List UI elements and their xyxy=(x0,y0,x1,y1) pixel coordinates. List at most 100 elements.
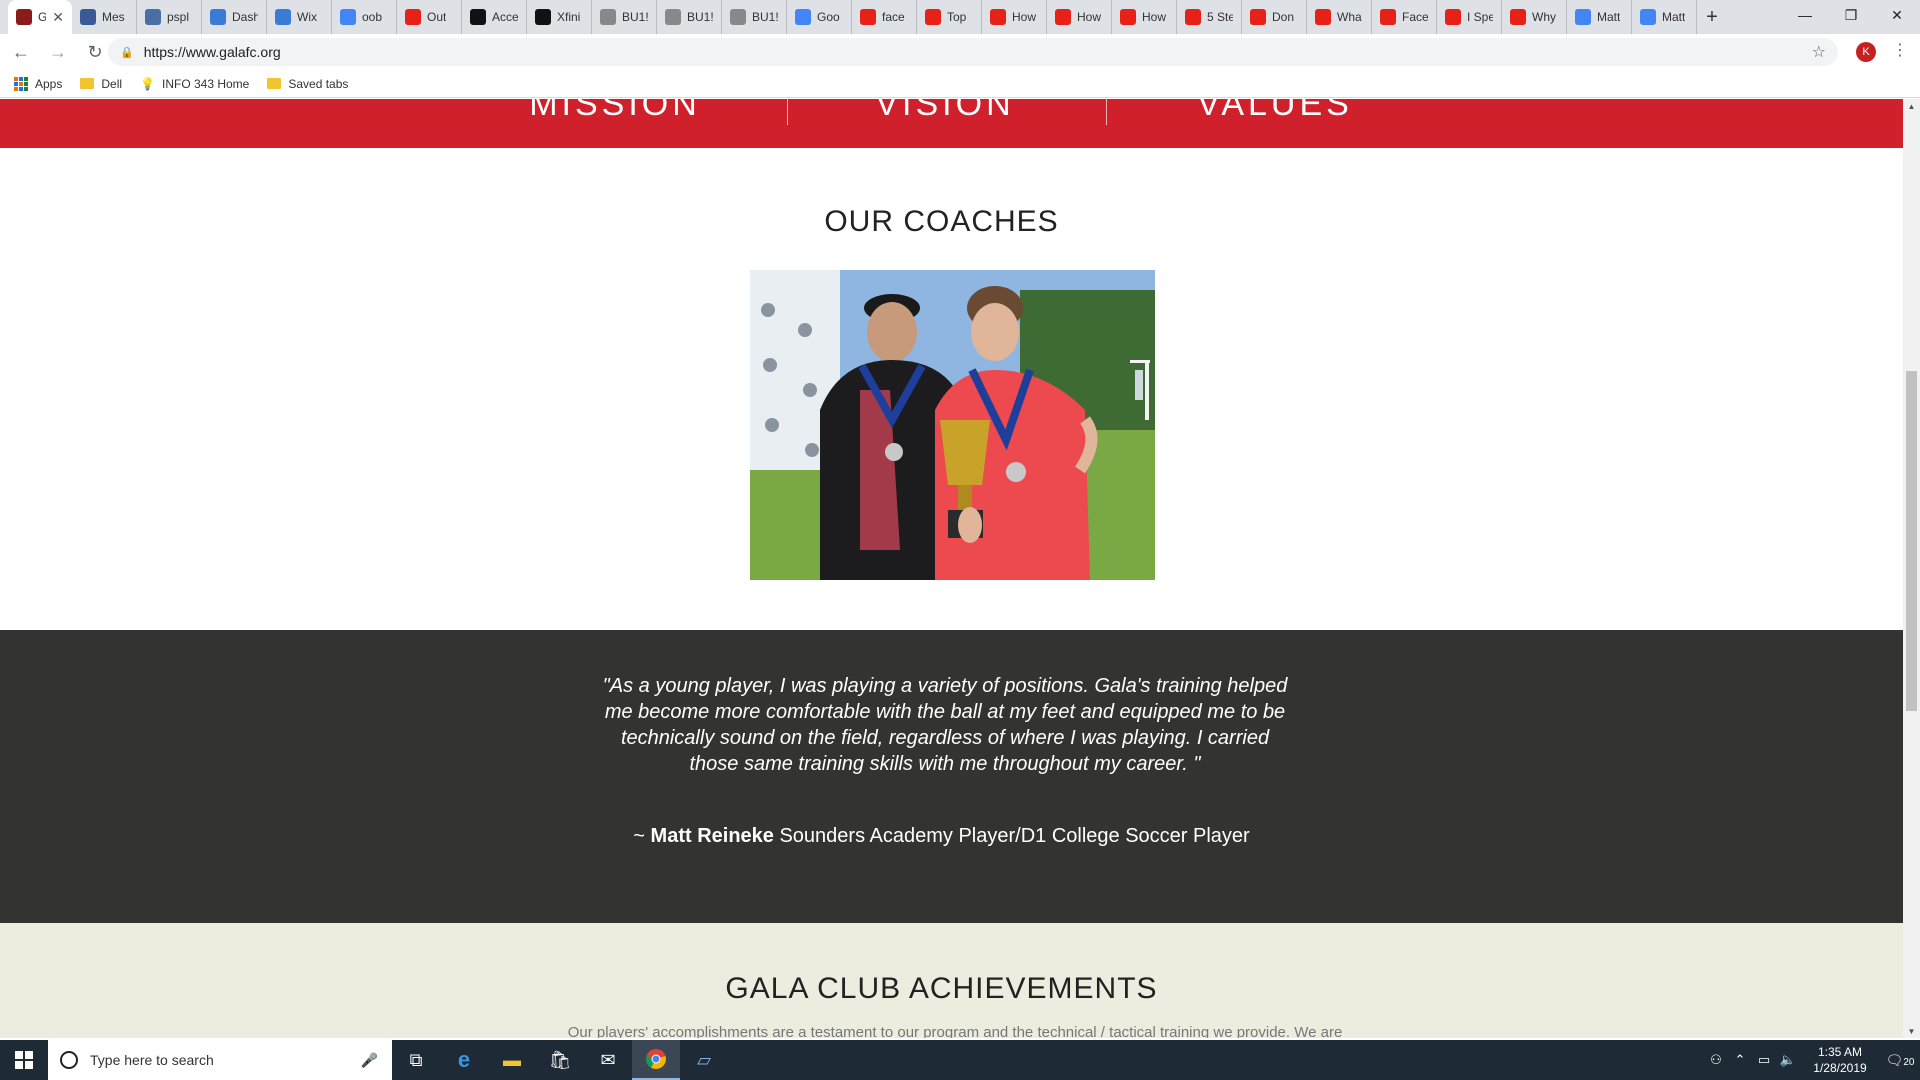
tab-title: How xyxy=(1077,10,1102,24)
browser-tab[interactable]: BU1! xyxy=(657,0,722,34)
start-button[interactable] xyxy=(0,1040,48,1080)
microphone-icon[interactable]: 🎤 xyxy=(361,1052,378,1069)
browser-tab[interactable]: Top xyxy=(917,0,982,34)
browser-tab[interactable]: Mes xyxy=(72,0,137,34)
restore-button[interactable]: ❐ xyxy=(1828,0,1874,30)
x-favicon xyxy=(210,9,226,25)
taskbar-search-box[interactable]: Type here to search 🎤 xyxy=(48,1040,392,1080)
tab-title: oob xyxy=(362,10,383,24)
browser-tab[interactable]: face xyxy=(852,0,917,34)
back-button[interactable]: ← xyxy=(5,36,37,68)
attribution-prefix: ~ xyxy=(633,825,651,847)
browser-tab[interactable]: BU1! xyxy=(592,0,657,34)
forward-button[interactable]: → xyxy=(42,36,74,68)
browser-tab[interactable]: Wha xyxy=(1307,0,1372,34)
browser-tab[interactable]: 5 Ste xyxy=(1177,0,1242,34)
close-tab-icon[interactable]: ✕ xyxy=(52,9,64,26)
browser-tab[interactable]: Dash xyxy=(202,0,267,34)
taskbar-search-placeholder: Type here to search xyxy=(90,1052,214,1068)
tab-title: BU1! xyxy=(687,10,713,24)
page-scrollbar[interactable]: ▲ ▼ xyxy=(1903,99,1920,1038)
browser-tab[interactable]: Face xyxy=(1372,0,1437,34)
scroll-down-arrow-icon[interactable]: ▼ xyxy=(1903,1024,1920,1038)
action-center-icon[interactable]: 🗨20 xyxy=(1880,1052,1920,1069)
lightbulb-icon: 💡 xyxy=(140,76,155,91)
mission-heading[interactable]: MISSION xyxy=(455,99,775,124)
bookmarks-bar: Apps Dell 💡 INFO 343 Home Saved tabs xyxy=(0,70,1920,98)
values-heading[interactable]: VALUES xyxy=(1115,99,1435,124)
browser-tab[interactable]: Xfini xyxy=(527,0,592,34)
chrome-taskbar-icon[interactable] xyxy=(632,1040,680,1080)
tab-title: Wha xyxy=(1337,10,1362,24)
youtube-favicon xyxy=(1445,9,1461,25)
browser-tab[interactable]: I Spe xyxy=(1437,0,1502,34)
browser-tab[interactable]: Why xyxy=(1502,0,1567,34)
browser-tab[interactable]: Goo xyxy=(787,0,852,34)
browser-tab[interactable]: Matt xyxy=(1567,0,1632,34)
vision-heading[interactable]: VISION xyxy=(785,99,1105,124)
tab-strip: G ✕ Mes pspl Dash Wix oob Out Acce Xfini BU1! BU1! B… xyxy=(0,0,1920,34)
task-view-icon[interactable]: ⧉ xyxy=(392,1040,440,1080)
x-black-favicon xyxy=(535,9,551,25)
browser-tab[interactable]: Acce xyxy=(462,0,527,34)
store-icon[interactable]: 🛍 xyxy=(536,1040,584,1080)
network-icon[interactable]: ▭ xyxy=(1752,1052,1776,1068)
file-explorer-icon[interactable]: ▬ xyxy=(488,1040,536,1080)
bookmark-label: Apps xyxy=(35,76,63,91)
clock-time: 1:35 AM xyxy=(1817,1045,1863,1059)
tab-title: I Spe xyxy=(1467,10,1493,24)
browser-tab[interactable]: How xyxy=(1112,0,1177,34)
bookmark-apps[interactable]: Apps xyxy=(14,76,63,91)
youtube-favicon xyxy=(1120,9,1136,25)
edge-browser-icon[interactable]: e xyxy=(440,1040,488,1080)
bookmark-star-icon[interactable]: ☆ xyxy=(1812,42,1826,62)
browser-tab[interactable]: Wix xyxy=(267,0,332,34)
show-hidden-icons-chevron-icon[interactable]: ⌃ xyxy=(1728,1052,1752,1068)
new-tab-button[interactable]: + xyxy=(1697,0,1727,34)
browser-tab[interactable]: BU1! xyxy=(722,0,787,34)
page-viewport: MISSION VISION VALUES OUR COACHES "As a … xyxy=(0,99,1903,1038)
browser-tab[interactable]: How xyxy=(1047,0,1112,34)
browser-tab[interactable]: Don xyxy=(1242,0,1307,34)
system-tray: ⚇ ⌃ ▭ 🔈 1:35 AM 1/28/2019 🗨20 xyxy=(1704,1040,1920,1080)
mail-icon[interactable]: ✉ xyxy=(584,1040,632,1080)
scrollbar-thumb[interactable] xyxy=(1906,371,1917,711)
people-icon[interactable]: ⚇ xyxy=(1704,1052,1728,1068)
address-bar[interactable]: 🔒 https://www.galafc.org ☆ xyxy=(108,38,1838,66)
tab-title: Dash xyxy=(232,10,258,24)
tab-title: Goo xyxy=(817,10,840,24)
browser-tab[interactable]: How xyxy=(982,0,1047,34)
globe-favicon xyxy=(145,9,161,25)
scroll-up-arrow-icon[interactable]: ▲ xyxy=(1903,99,1920,113)
youtube-favicon xyxy=(925,9,941,25)
browser-tab[interactable]: pspl xyxy=(137,0,202,34)
volume-icon[interactable]: 🔈 xyxy=(1776,1052,1800,1068)
tab-title: face xyxy=(882,10,905,24)
testimonial-author-role: Sounders Academy Player/D1 College Socce… xyxy=(773,825,1250,847)
taskbar-clock[interactable]: 1:35 AM 1/28/2019 xyxy=(1800,1044,1880,1076)
bookmark-info343[interactable]: 💡 INFO 343 Home xyxy=(140,77,249,91)
tab-title: BU1! xyxy=(752,10,778,24)
bookmark-label: INFO 343 Home xyxy=(161,76,250,91)
lock-icon: 🔒 xyxy=(120,46,134,59)
browser-menu-icon[interactable]: ⋮ xyxy=(1890,40,1910,60)
close-window-button[interactable]: ✕ xyxy=(1874,0,1920,30)
bookmark-saved-tabs[interactable]: Saved tabs xyxy=(267,77,348,91)
folder-icon xyxy=(267,78,282,89)
tab-title: Top xyxy=(947,10,967,24)
document-favicon xyxy=(665,9,681,25)
notes-app-icon[interactable]: ▱ xyxy=(680,1040,728,1080)
minimize-button[interactable]: — xyxy=(1782,0,1828,30)
bookmark-dell[interactable]: Dell xyxy=(80,77,122,91)
tab-title: Wix xyxy=(297,10,317,24)
tab-title: Why xyxy=(1532,10,1556,24)
browser-tab[interactable]: Out xyxy=(397,0,462,34)
achievements-section: GALA CLUB ACHIEVEMENTS Our players' acco… xyxy=(0,923,1903,1038)
browser-tab[interactable]: oob xyxy=(332,0,397,34)
browser-tab[interactable]: Matt xyxy=(1632,0,1697,34)
profile-avatar[interactable]: K xyxy=(1856,42,1876,62)
browser-tab[interactable]: G ✕ xyxy=(8,0,72,34)
apps-grid-icon xyxy=(14,76,28,91)
tab-title: pspl xyxy=(167,10,190,24)
reload-button[interactable]: ↻ xyxy=(79,36,111,68)
